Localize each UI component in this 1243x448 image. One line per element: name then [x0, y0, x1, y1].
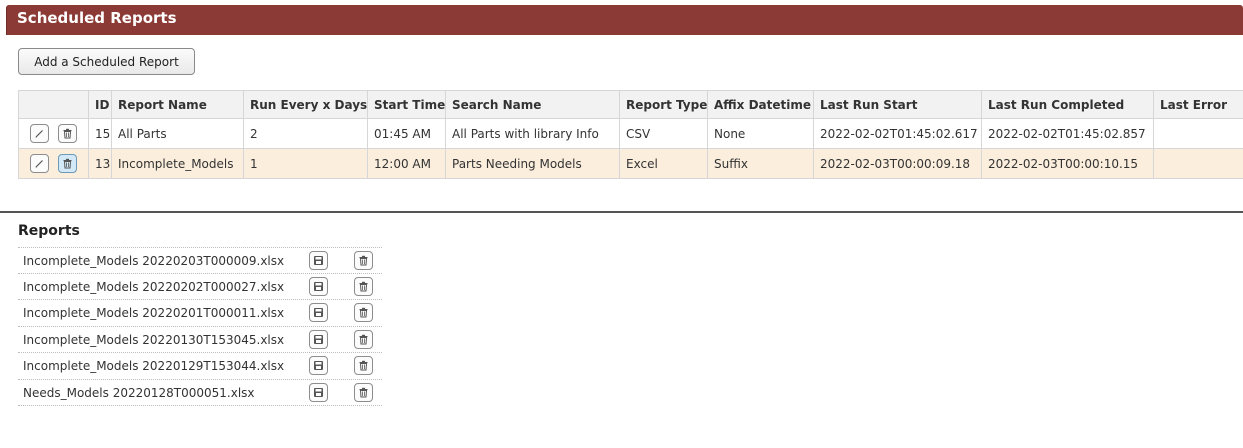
trash-icon — [359, 281, 368, 291]
column-header-run-every: Run Every x Days — [243, 90, 368, 119]
column-header-affix-datetime: Affix Datetime — [707, 90, 814, 119]
cell-search-name: Parts Needing Models — [445, 148, 620, 179]
save-icon — [314, 281, 323, 291]
scheduled-reports-table: ID Report Name Run Every x Days Start Ti… — [18, 90, 1243, 179]
pencil-icon — [35, 160, 43, 168]
list-item: Needs_Models 20220128T000051.xlsx — [18, 380, 382, 406]
cell-search-name: All Parts with library Info — [445, 118, 620, 149]
trash-icon — [359, 360, 368, 371]
page-title: Scheduled Reports — [17, 9, 177, 27]
trash-icon — [359, 255, 368, 266]
column-header-actions — [18, 90, 89, 119]
trash-icon — [359, 334, 368, 344]
save-icon — [314, 387, 323, 397]
section-divider — [0, 211, 1243, 213]
download-button[interactable] — [309, 329, 328, 349]
delete-button[interactable] — [354, 251, 373, 270]
report-file-name: Incomplete_Models 20220129T153044.xlsx — [23, 359, 285, 373]
save-icon — [314, 308, 323, 317]
list-item: Incomplete_Models 20220201T000011.xlsx — [18, 300, 382, 327]
list-item: Incomplete_Models 20220203T000009.xlsx — [18, 247, 382, 274]
cell-start-time: 12:00 AM — [367, 148, 446, 179]
cell-run-every: 2 — [243, 118, 368, 149]
delete-button[interactable] — [354, 303, 373, 322]
table-row: 15 All Parts 2 01:45 AM All Parts with l… — [18, 118, 1243, 149]
table-row: 13 Incomplete_Models 1 12:00 AM Parts Ne… — [18, 148, 1243, 179]
delete-button[interactable] — [354, 382, 373, 402]
trash-icon — [359, 387, 368, 397]
delete-button[interactable] — [354, 276, 373, 296]
save-icon — [314, 256, 323, 265]
save-icon — [314, 334, 323, 344]
edit-button[interactable] — [29, 124, 49, 143]
download-button[interactable] — [309, 251, 328, 270]
download-button[interactable] — [309, 276, 328, 296]
download-button[interactable] — [309, 382, 328, 402]
cell-last-error — [1153, 148, 1243, 179]
report-file-name: Incomplete_Models 20220203T000009.xlsx — [23, 254, 285, 268]
edit-button[interactable] — [29, 154, 49, 173]
column-header-report-name: Report Name — [111, 90, 244, 119]
cell-id: 13 — [88, 148, 112, 179]
download-button[interactable] — [309, 356, 328, 375]
delete-button[interactable] — [354, 356, 373, 375]
trash-icon — [63, 128, 72, 139]
save-icon — [314, 361, 323, 370]
reports-heading: Reports — [18, 223, 80, 239]
row-actions — [18, 118, 89, 149]
cell-run-every: 1 — [243, 148, 368, 179]
report-file-name: Incomplete_Models 20220130T153045.xlsx — [23, 332, 285, 347]
cell-affix-datetime: Suffix — [707, 148, 814, 179]
cell-last-error — [1153, 118, 1243, 149]
report-file-name: Incomplete_Models 20220202T000027.xlsx — [23, 279, 285, 294]
cell-start-time: 01:45 AM — [367, 118, 446, 149]
column-header-last-run-completed: Last Run Completed — [981, 90, 1154, 119]
cell-id: 15 — [88, 118, 112, 149]
trash-icon — [359, 307, 368, 318]
delete-button[interactable] — [58, 154, 78, 173]
row-actions — [18, 148, 89, 179]
cell-last-run-completed: 2022-02-02T01:45:02.857 — [981, 118, 1154, 149]
cell-last-run-completed: 2022-02-03T00:00:10.15 — [981, 148, 1154, 179]
cell-report-name: All Parts — [111, 118, 244, 149]
add-scheduled-report-button[interactable]: Add a Scheduled Report — [18, 48, 195, 75]
cell-report-type: CSV — [619, 118, 708, 149]
column-header-id: ID — [88, 90, 112, 119]
table-header-row: ID Report Name Run Every x Days Start Ti… — [18, 90, 1243, 119]
pencil-icon — [35, 130, 43, 138]
cell-last-run-start: 2022-02-02T01:45:02.617 — [813, 118, 982, 149]
column-header-report-type: Report Type — [619, 90, 708, 119]
trash-icon — [63, 158, 72, 169]
column-header-search-name: Search Name — [445, 90, 620, 119]
cell-last-run-start: 2022-02-03T00:00:09.18 — [813, 148, 982, 179]
download-button[interactable] — [309, 303, 328, 322]
delete-button[interactable] — [58, 124, 78, 143]
cell-report-name: Incomplete_Models — [111, 148, 244, 179]
report-file-name: Needs_Models 20220128T000051.xlsx — [23, 385, 255, 400]
column-header-last-run-start: Last Run Start — [813, 90, 982, 119]
report-file-list: Incomplete_Models 20220203T000009.xlsx I… — [18, 247, 382, 406]
cell-affix-datetime: None — [707, 118, 814, 149]
report-file-name: Incomplete_Models 20220201T000011.xlsx — [23, 306, 285, 320]
column-header-start-time: Start Time — [367, 90, 446, 119]
page-header: Scheduled Reports — [6, 5, 1243, 35]
list-item: Incomplete_Models 20220130T153045.xlsx — [18, 327, 382, 353]
cell-report-type: Excel — [619, 148, 708, 179]
list-item: Incomplete_Models 20220202T000027.xlsx — [18, 274, 382, 300]
list-item: Incomplete_Models 20220129T153044.xlsx — [18, 353, 382, 380]
delete-button[interactable] — [354, 329, 373, 349]
column-header-last-error: Last Error — [1153, 90, 1243, 119]
